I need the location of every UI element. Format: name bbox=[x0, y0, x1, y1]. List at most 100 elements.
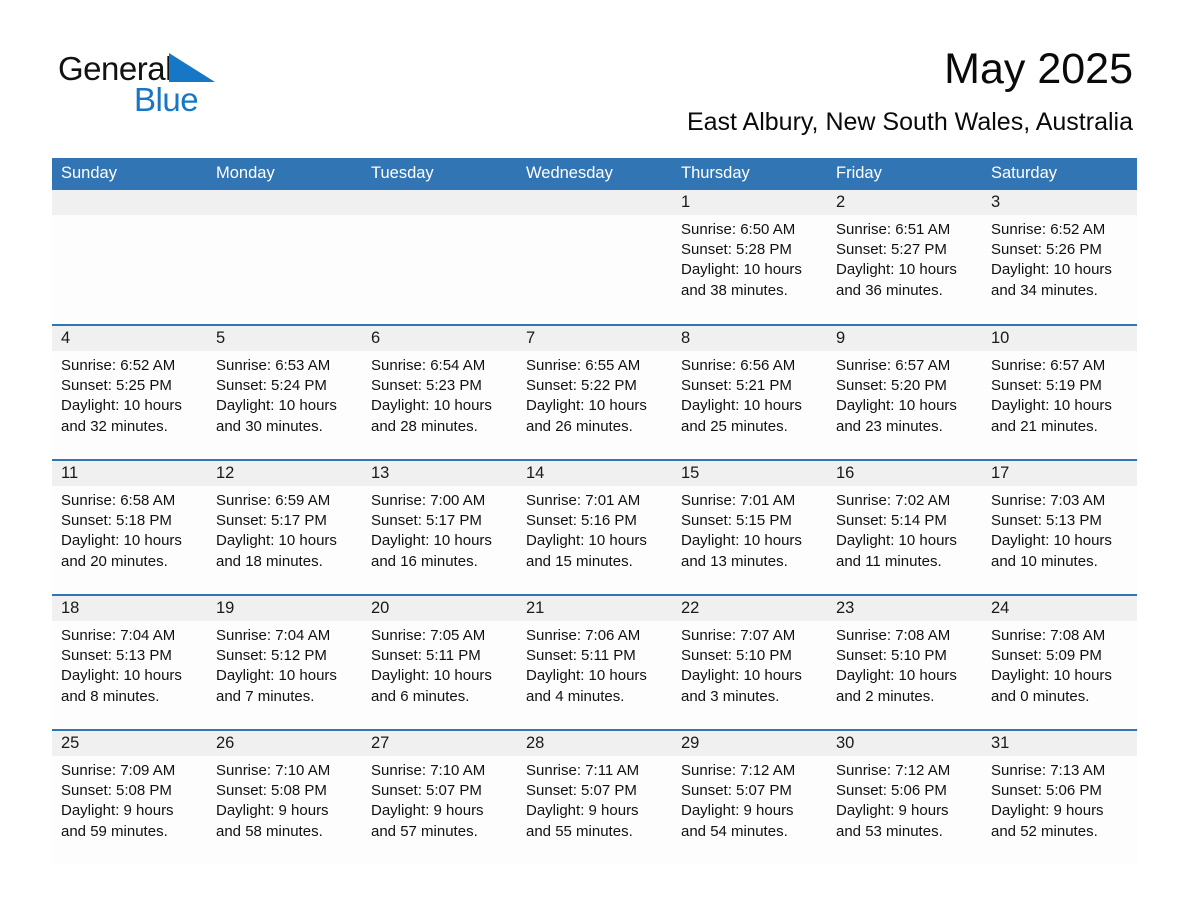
sunset-text: Sunset: 5:07 PM bbox=[526, 782, 637, 800]
sunrise-text: Sunrise: 7:01 AM bbox=[526, 492, 641, 509]
day-sun-info: Sunrise: 7:07 AM Sunset: 5:10 PM Daylight:… bbox=[672, 621, 827, 707]
day-number: 2 bbox=[827, 190, 982, 215]
day-cell-31[interactable]: 31 Sunrise: 7:13 AM Sunset: 5:06 PM Dayligh… bbox=[982, 729, 1137, 865]
daylight-text-line1: Daylight: 10 hours bbox=[61, 397, 182, 415]
brand-logo[interactable]: General Blue bbox=[58, 50, 288, 122]
day-cell-22[interactable]: 22 Sunrise: 7:07 AM Sunset: 5:10 PM Dayligh… bbox=[672, 594, 827, 730]
day-cell-24[interactable]: 24 Sunrise: 7:08 AM Sunset: 5:09 PM Dayligh… bbox=[982, 594, 1137, 730]
day-cell-2[interactable]: 2 Sunrise: 6:51 AM Sunset: 5:27 PM Daylight… bbox=[827, 190, 982, 325]
sunrise-text: Sunrise: 7:04 AM bbox=[216, 627, 331, 644]
day-cell-28[interactable]: 28 Sunrise: 7:11 AM Sunset: 5:07 PM Dayligh… bbox=[517, 729, 672, 865]
sunset-text: Sunset: 5:14 PM bbox=[836, 512, 947, 530]
sunrise-text: Sunrise: 6:54 AM bbox=[371, 357, 486, 374]
day-cell-14[interactable]: 14 Sunrise: 7:01 AM Sunset: 5:16 PM Dayligh… bbox=[517, 459, 672, 595]
calendar-grid: Sunday Monday Tuesday Wednesday Thursday Frid… bbox=[52, 158, 1137, 865]
day-cell-30[interactable]: 30 Sunrise: 7:12 AM Sunset: 5:06 PM Dayligh… bbox=[827, 729, 982, 865]
weekday-header-sunday: Sunday bbox=[52, 158, 207, 190]
weekday-header-saturday: Saturday bbox=[982, 158, 1137, 190]
day-number: 26 bbox=[207, 731, 362, 756]
daylight-text-line1: Daylight: 10 hours bbox=[526, 667, 647, 685]
day-cell-13[interactable]: 13 Sunrise: 7:00 AM Sunset: 5:17 PM Dayligh… bbox=[362, 459, 517, 595]
day-number: 3 bbox=[982, 190, 1137, 215]
day-cell-12[interactable]: 12 Sunrise: 6:59 AM Sunset: 5:17 PM Dayligh… bbox=[207, 459, 362, 595]
day-cell-26[interactable]: 26 Sunrise: 7:10 AM Sunset: 5:08 PM Dayligh… bbox=[207, 729, 362, 865]
daylight-text-line1: Daylight: 10 hours bbox=[526, 397, 647, 415]
daylight-text-line1: Daylight: 10 hours bbox=[371, 532, 492, 550]
day-number: 6 bbox=[362, 326, 517, 351]
day-number: 16 bbox=[827, 461, 982, 486]
daylight-text-line2: and 7 minutes. bbox=[216, 687, 315, 705]
day-cell-9[interactable]: 9 Sunrise: 6:57 AM Sunset: 5:20 PM Daylight… bbox=[827, 324, 982, 460]
daylight-text-line1: Daylight: 9 hours bbox=[371, 802, 484, 820]
day-number: 8 bbox=[672, 326, 827, 351]
calendar-page: General Blue May 2025 East Albury, New S… bbox=[0, 0, 1188, 918]
day-cell-15[interactable]: 15 Sunrise: 7:01 AM Sunset: 5:15 PM Dayligh… bbox=[672, 459, 827, 595]
day-number: 23 bbox=[827, 596, 982, 621]
sunset-text: Sunset: 5:20 PM bbox=[836, 377, 947, 395]
day-cell-19[interactable]: 19 Sunrise: 7:04 AM Sunset: 5:12 PM Dayligh… bbox=[207, 594, 362, 730]
day-number: 20 bbox=[362, 596, 517, 621]
sunrise-text: Sunrise: 6:57 AM bbox=[836, 357, 951, 374]
day-cell-8[interactable]: 8 Sunrise: 6:56 AM Sunset: 5:21 PM Daylight… bbox=[672, 324, 827, 460]
day-sun-info: Sunrise: 7:08 AM Sunset: 5:09 PM Daylight:… bbox=[982, 621, 1137, 707]
daylight-text-line2: and 30 minutes. bbox=[216, 417, 323, 435]
day-cell-29[interactable]: 29 Sunrise: 7:12 AM Sunset: 5:07 PM Dayligh… bbox=[672, 729, 827, 865]
sunrise-text: Sunrise: 7:13 AM bbox=[991, 762, 1106, 779]
day-cell-16[interactable]: 16 Sunrise: 7:02 AM Sunset: 5:14 PM Dayligh… bbox=[827, 459, 982, 595]
day-cell-11[interactable]: 11 Sunrise: 6:58 AM Sunset: 5:18 PM Dayligh… bbox=[52, 459, 207, 595]
daylight-text-line1: Daylight: 10 hours bbox=[836, 397, 957, 415]
day-number: 10 bbox=[982, 326, 1137, 351]
sunset-text: Sunset: 5:10 PM bbox=[681, 647, 792, 665]
day-cell-3[interactable]: 3 Sunrise: 6:52 AM Sunset: 5:26 PM Daylight… bbox=[982, 190, 1137, 325]
sunrise-text: Sunrise: 7:08 AM bbox=[991, 627, 1106, 644]
sunset-text: Sunset: 5:22 PM bbox=[526, 377, 637, 395]
sunset-text: Sunset: 5:12 PM bbox=[216, 647, 327, 665]
day-cell-27[interactable]: 27 Sunrise: 7:10 AM Sunset: 5:07 PM Dayligh… bbox=[362, 729, 517, 865]
calendar-table: Sunday Monday Tuesday Wednesday Thursday Frid… bbox=[52, 158, 1137, 865]
day-number: 27 bbox=[362, 731, 517, 756]
day-sun-info: Sunrise: 7:13 AM Sunset: 5:06 PM Daylight:… bbox=[982, 756, 1137, 842]
daylight-text-line2: and 54 minutes. bbox=[681, 822, 788, 840]
page-title: May 2025 bbox=[944, 45, 1133, 93]
daylight-text-line2: and 55 minutes. bbox=[526, 822, 633, 840]
daylight-text-line1: Daylight: 10 hours bbox=[681, 261, 802, 279]
day-sun-info: Sunrise: 6:56 AM Sunset: 5:21 PM Daylight:… bbox=[672, 351, 827, 437]
calendar-header-row: Sunday Monday Tuesday Wednesday Thursday Frid… bbox=[52, 158, 1137, 190]
day-sun-info: Sunrise: 6:50 AM Sunset: 5:28 PM Daylight:… bbox=[672, 215, 827, 301]
sunrise-text: Sunrise: 6:53 AM bbox=[216, 357, 331, 374]
daylight-text-line2: and 18 minutes. bbox=[216, 552, 323, 570]
day-cell-10[interactable]: 10 Sunrise: 6:57 AM Sunset: 5:19 PM Dayligh… bbox=[982, 324, 1137, 460]
day-cell-23[interactable]: 23 Sunrise: 7:08 AM Sunset: 5:10 PM Dayligh… bbox=[827, 594, 982, 730]
sunset-text: Sunset: 5:07 PM bbox=[371, 782, 482, 800]
daylight-text-line1: Daylight: 10 hours bbox=[61, 667, 182, 685]
day-cell-6[interactable]: 6 Sunrise: 6:54 AM Sunset: 5:23 PM Daylight… bbox=[362, 324, 517, 460]
day-cell-18[interactable]: 18 Sunrise: 7:04 AM Sunset: 5:13 PM Dayligh… bbox=[52, 594, 207, 730]
day-cell-4[interactable]: 4 Sunrise: 6:52 AM Sunset: 5:25 PM Daylight… bbox=[52, 324, 207, 460]
day-cell-20[interactable]: 20 Sunrise: 7:05 AM Sunset: 5:11 PM Dayligh… bbox=[362, 594, 517, 730]
daylight-text-line1: Daylight: 10 hours bbox=[371, 667, 492, 685]
day-number bbox=[362, 190, 517, 215]
day-number: 19 bbox=[207, 596, 362, 621]
daylight-text-line1: Daylight: 10 hours bbox=[681, 532, 802, 550]
day-cell-7[interactable]: 7 Sunrise: 6:55 AM Sunset: 5:22 PM Daylight… bbox=[517, 324, 672, 460]
daylight-text-line2: and 38 minutes. bbox=[681, 281, 788, 299]
day-number: 5 bbox=[207, 326, 362, 351]
sunrise-text: Sunrise: 6:50 AM bbox=[681, 221, 796, 238]
calendar-week-row: 1 Sunrise: 6:50 AM Sunset: 5:28 PM Daylight… bbox=[52, 190, 1137, 325]
day-cell-empty bbox=[207, 190, 362, 325]
sunset-text: Sunset: 5:08 PM bbox=[61, 782, 172, 800]
daylight-text-line2: and 6 minutes. bbox=[371, 687, 470, 705]
weekday-header-friday: Friday bbox=[827, 158, 982, 190]
day-number: 30 bbox=[827, 731, 982, 756]
sunset-text: Sunset: 5:24 PM bbox=[216, 377, 327, 395]
day-cell-17[interactable]: 17 Sunrise: 7:03 AM Sunset: 5:13 PM Dayligh… bbox=[982, 459, 1137, 595]
day-sun-info: Sunrise: 7:04 AM Sunset: 5:13 PM Daylight:… bbox=[52, 621, 207, 707]
day-cell-25[interactable]: 25 Sunrise: 7:09 AM Sunset: 5:08 PM Dayligh… bbox=[52, 729, 207, 865]
day-cell-21[interactable]: 21 Sunrise: 7:06 AM Sunset: 5:11 PM Dayligh… bbox=[517, 594, 672, 730]
day-cell-1[interactable]: 1 Sunrise: 6:50 AM Sunset: 5:28 PM Daylight… bbox=[672, 190, 827, 325]
day-number: 22 bbox=[672, 596, 827, 621]
sunrise-text: Sunrise: 7:12 AM bbox=[681, 762, 796, 779]
day-cell-5[interactable]: 5 Sunrise: 6:53 AM Sunset: 5:24 PM Daylight… bbox=[207, 324, 362, 460]
sunrise-text: Sunrise: 7:12 AM bbox=[836, 762, 951, 779]
day-number: 28 bbox=[517, 731, 672, 756]
